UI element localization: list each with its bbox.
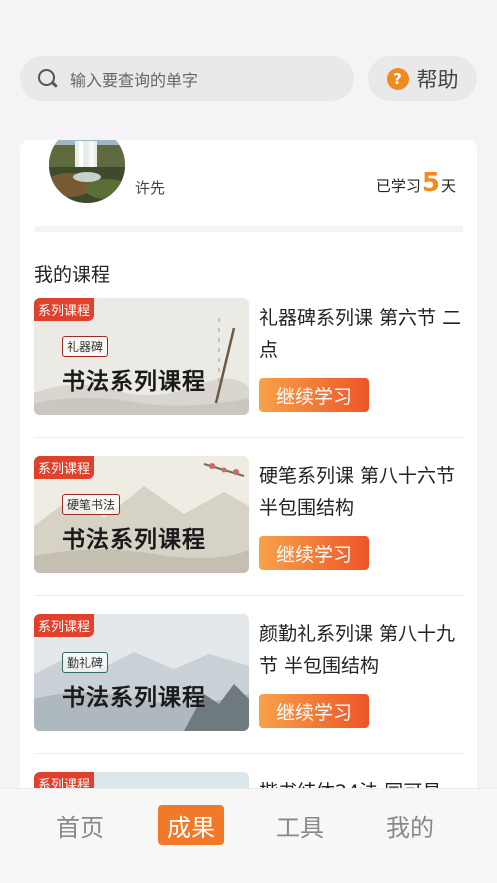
bottom-tab-bar: 首页 成果 工具 我的 xyxy=(0,788,497,883)
course-thumbnail[interactable]: 系列课程 硬笔书法 书法系列课程 xyxy=(34,456,249,573)
study-days-suffix: 天 xyxy=(440,177,456,195)
help-label: 帮助 xyxy=(416,67,459,92)
study-days-count: 5 xyxy=(421,168,440,198)
course-item[interactable]: 系列课程 勤礼碑 书法系列课程 颜勤礼系列课 第八十九节 半包围结构 继续学习 xyxy=(34,596,464,754)
course-thumbnail[interactable]: 系列课程 礼器碑 书法系列课程 xyxy=(34,298,249,415)
search-icon xyxy=(38,68,58,89)
course-tag: 系列课程 xyxy=(34,614,95,637)
tab-home[interactable]: 首页 xyxy=(47,805,113,845)
course-title[interactable]: 颜勤礼系列课 第八十九节 半包围结构 xyxy=(259,618,464,682)
help-button[interactable]: ? 帮助 xyxy=(368,56,477,101)
study-days-prefix: 已学习 xyxy=(375,177,421,195)
course-tag: 系列课程 xyxy=(34,298,95,321)
search-bar[interactable]: 输入要查询的单字 xyxy=(20,56,354,101)
study-days: 已学习 5 天 xyxy=(376,168,456,198)
course-item[interactable]: 系列课程 礼器碑 书法系列课程 礼器碑系列课 第六节 二点 继续学习 xyxy=(34,280,464,438)
tab-tools[interactable]: 工具 xyxy=(267,805,333,845)
continue-learning-button[interactable]: 继续学习 xyxy=(259,378,369,412)
user-name: 许先 xyxy=(135,179,166,197)
continue-learning-button[interactable]: 继续学习 xyxy=(259,694,369,728)
section-divider xyxy=(34,226,463,232)
course-title[interactable]: 礼器碑系列课 第六节 二点 xyxy=(259,302,464,366)
profile-course-card: 许先 已学习 5 天 我的课程 系列课程 礼器碑 书法系列课程 礼器碑系列课 第… xyxy=(20,140,477,800)
course-banner-text: 书法系列课程 xyxy=(62,684,206,711)
tab-achievements[interactable]: 成果 xyxy=(158,805,224,845)
course-subtitle-badge: 礼器碑 xyxy=(62,336,109,357)
course-title[interactable]: 硬笔系列课 第八十六节 半包围结构 xyxy=(259,460,464,524)
course-banner-text: 书法系列课程 xyxy=(62,368,206,395)
continue-learning-button[interactable]: 继续学习 xyxy=(259,536,369,570)
search-placeholder: 输入要查询的单字 xyxy=(70,70,199,90)
course-subtitle-badge: 硬笔书法 xyxy=(62,494,121,515)
tab-mine[interactable]: 我的 xyxy=(377,805,443,845)
help-icon: ? xyxy=(386,67,409,90)
course-tag: 系列课程 xyxy=(34,456,95,479)
avatar[interactable] xyxy=(46,140,128,206)
course-subtitle-badge: 勤礼碑 xyxy=(62,652,109,673)
course-item[interactable]: 系列课程 硬笔书法 书法系列课程 硬笔系列课 第八十六节 半包围结构 继续学习 xyxy=(34,438,464,596)
course-thumbnail[interactable]: 系列课程 勤礼碑 书法系列课程 xyxy=(34,614,249,731)
course-banner-text: 书法系列课程 xyxy=(62,526,206,553)
